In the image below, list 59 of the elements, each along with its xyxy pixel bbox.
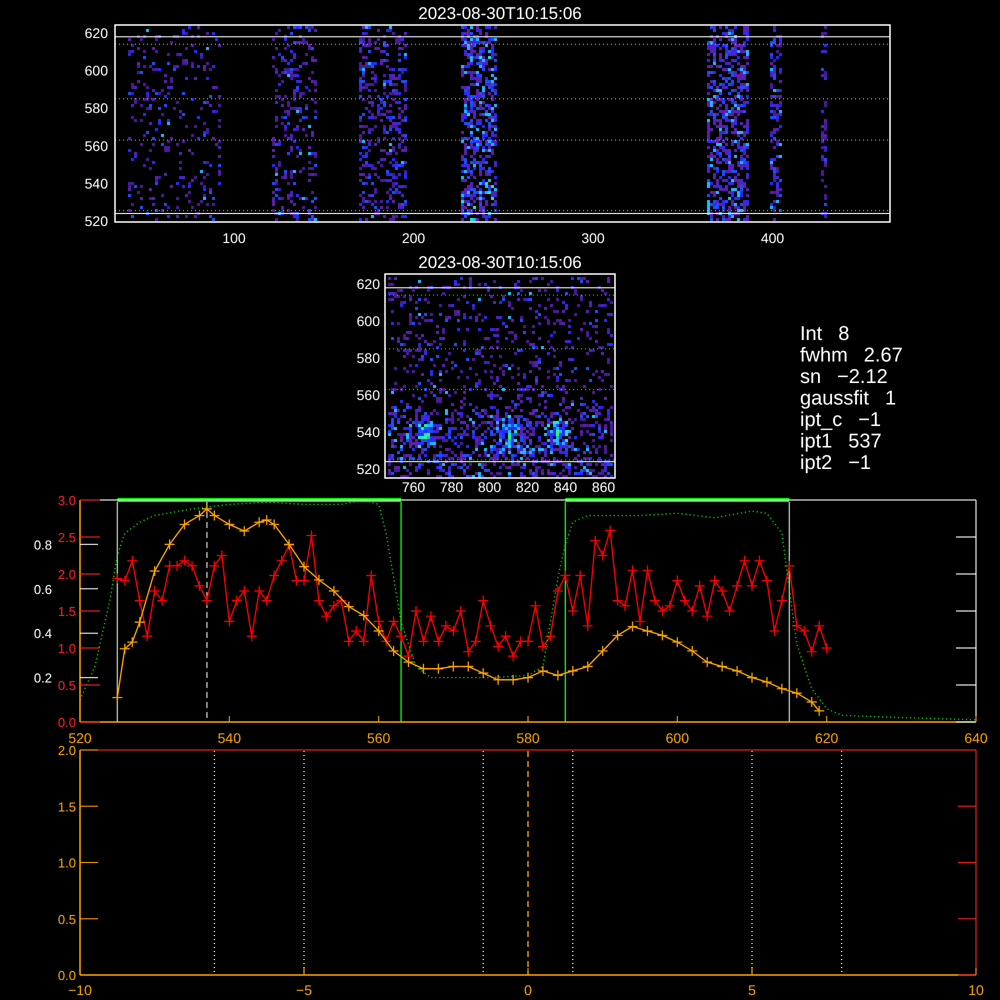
fit-info-line: sn −2.12 (800, 366, 888, 388)
tick-label: 520 (68, 730, 92, 746)
tick-label: 540 (218, 730, 242, 746)
plot-title: 2023-08-30T10:15:06 (418, 4, 582, 23)
tick-label: 1.0 (58, 641, 76, 656)
tick-label: 760 (402, 479, 426, 495)
tick-label: 0.0 (58, 715, 76, 730)
fit-info-line: gaussfit 1 (800, 388, 896, 410)
tick-label: 0.0 (58, 968, 76, 983)
tick-label: 0.6 (34, 582, 52, 597)
fit-info-line: ipt1 537 (800, 430, 882, 452)
tick-label: 100 (222, 230, 246, 246)
tick-label: 800 (478, 479, 502, 495)
tick-label: 780 (440, 479, 464, 495)
tick-label: 0.4 (34, 626, 52, 642)
tick-label: 860 (592, 479, 616, 495)
tick-label: 840 (554, 479, 578, 495)
plot-title: 2023-08-30T10:15:06 (418, 253, 582, 272)
tick-label: 580 (84, 100, 108, 116)
tick-label: 1.0 (58, 856, 76, 870)
tick-label: 520 (84, 213, 108, 229)
tick-label: 640 (964, 730, 988, 746)
tick-label: 600 (84, 62, 108, 79)
tick-label: 560 (84, 138, 108, 154)
tick-label: −5 (296, 982, 312, 998)
tick-label: 0.2 (34, 670, 52, 686)
tick-label: 580 (516, 730, 540, 746)
tick-label: 620 (814, 730, 838, 746)
tick-label: 400 (760, 230, 784, 246)
tick-label: 200 (402, 230, 426, 246)
tick-label: 0 (524, 982, 532, 998)
tick-label: 600 (356, 313, 380, 329)
tick-label: 5 (748, 982, 756, 998)
tick-label: 1.5 (58, 604, 76, 619)
tick-label: 0.5 (58, 678, 76, 693)
tick-label: 820 (516, 479, 540, 495)
fit-info-line: Int 8 (800, 323, 850, 345)
tick-label: 560 (356, 387, 380, 403)
tick-label: 0.5 (58, 912, 76, 927)
tick-label: 620 (84, 25, 108, 41)
fit-info-line: ipt_c −1 (800, 409, 882, 431)
tick-label: 2.5 (58, 530, 76, 545)
tick-label: −10 (68, 982, 92, 998)
tick-label: 0.8 (34, 537, 52, 552)
fit-info-line: ipt2 −1 (800, 452, 872, 474)
tick-label: 620 (356, 276, 380, 292)
fit-info-line: fwhm 2.67 (800, 344, 903, 366)
tick-label: 520 (356, 461, 380, 477)
tick-label: 540 (84, 175, 108, 192)
tick-label: 2.0 (58, 743, 76, 758)
tick-label: 2.0 (58, 567, 76, 582)
tick-label: 580 (356, 350, 380, 366)
tick-label: 540 (356, 424, 380, 440)
tick-label: 560 (366, 730, 390, 746)
tick-label: 600 (666, 730, 690, 746)
tick-label: 300 (581, 230, 605, 246)
tick-label: 1.5 (58, 799, 76, 814)
tick-label: 10 (968, 982, 984, 998)
tick-label: 3.0 (58, 493, 76, 508)
